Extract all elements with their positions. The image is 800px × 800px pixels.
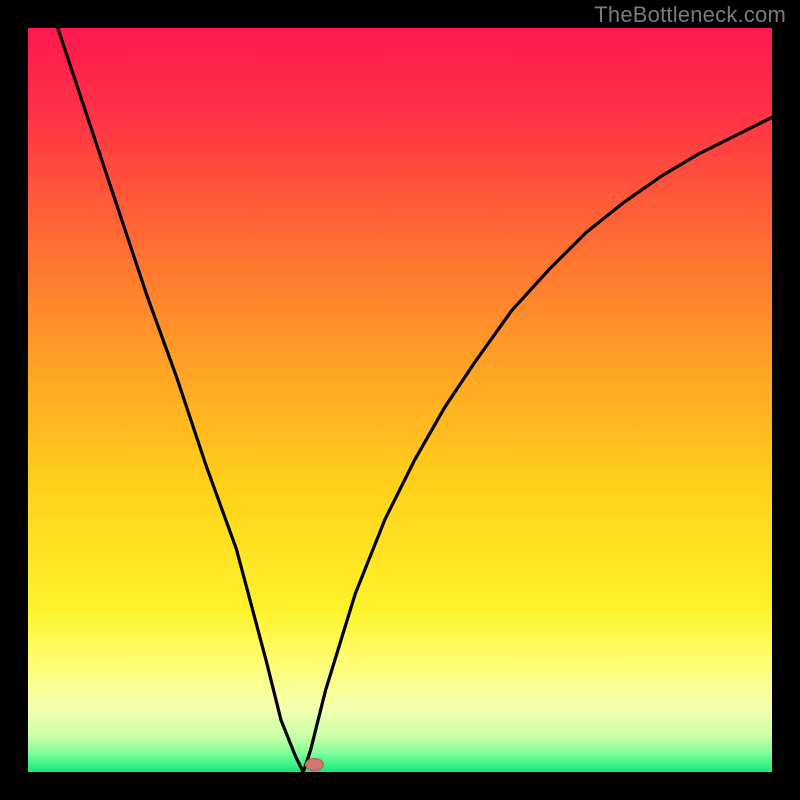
attribution-text: TheBottleneck.com — [594, 2, 786, 28]
chart-frame: TheBottleneck.com — [0, 0, 800, 800]
bottleneck-chart — [0, 0, 800, 800]
optimum-marker — [305, 759, 323, 771]
plot-background — [28, 28, 772, 772]
